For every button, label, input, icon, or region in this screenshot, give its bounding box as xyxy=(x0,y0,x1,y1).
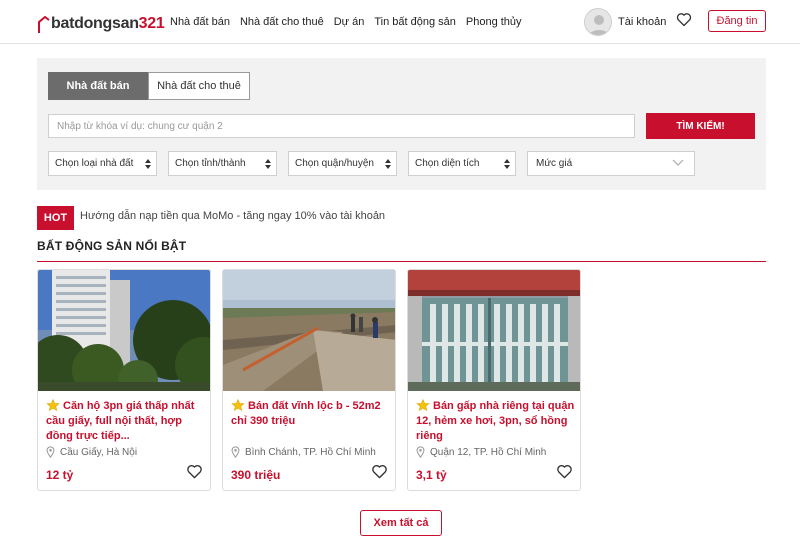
search-input[interactable]: Nhập từ khóa ví dụ: chung cư quận 2 xyxy=(48,114,635,138)
listing-location: Cầu Giấy, Hà Nội xyxy=(46,446,137,458)
nav-item-news[interactable]: Tin bất động sản xyxy=(374,16,456,28)
save-heart-icon[interactable] xyxy=(371,464,388,484)
listing-price: 12 tỷ xyxy=(46,468,74,482)
listing-price: 3,1 tỷ xyxy=(416,468,447,482)
listing-photo-house[interactable] xyxy=(408,270,580,391)
district-label: Chọn quận/huyện xyxy=(295,158,374,169)
price-select[interactable]: Mức giá xyxy=(527,151,695,176)
map-pin-icon xyxy=(416,446,425,458)
logo-word: batdongsan xyxy=(51,15,139,32)
chevron-down-icon xyxy=(672,159,684,166)
section-divider xyxy=(37,261,766,262)
post-listing-button[interactable]: Đăng tin xyxy=(708,10,766,32)
logo-number: 321 xyxy=(138,15,165,32)
avatar xyxy=(584,8,612,36)
tab-for-rent[interactable]: Nhà đất cho thuê xyxy=(148,72,250,100)
house-icon xyxy=(38,15,50,33)
listing-location-text: Bình Chánh, TP. Hồ Chí Minh xyxy=(245,446,376,458)
listing-title[interactable]: Căn hộ 3pn giá thấp nhất cầu giấy, full … xyxy=(46,399,206,444)
listing-location: Quận 12, TP. Hồ Chí Minh xyxy=(416,446,546,458)
listing-title-text: Bán gấp nhà riêng tại quận 12, hẻm xe hơ… xyxy=(416,400,575,442)
listing-title-text: Căn hộ 3pn giá thấp nhất cầu giấy, full … xyxy=(46,400,195,442)
sort-caret-icon xyxy=(265,159,271,169)
site-logo[interactable]: batdongsan321 xyxy=(38,9,165,33)
account-label: Tài khoản xyxy=(618,16,667,28)
nav-item-rent[interactable]: Nhà đất cho thuê xyxy=(240,16,324,28)
listing-photo-land[interactable] xyxy=(223,270,395,391)
listing-title[interactable]: Bán gấp nhà riêng tại quận 12, hẻm xe hơ… xyxy=(416,399,576,444)
star-icon xyxy=(416,399,430,411)
account-menu[interactable]: Tài khoản xyxy=(584,8,666,36)
listing-photo-apartment[interactable] xyxy=(38,270,210,391)
listing-card[interactable]: Bán đất vĩnh lộc b - 52m2 chỉ 390 triệu … xyxy=(222,269,396,491)
search-button[interactable]: TÌM KIẾM! xyxy=(646,113,755,139)
main-nav: Nhà đất bán Nhà đất cho thuê Dự án Tin b… xyxy=(170,0,532,44)
property-type-select[interactable]: Chọn loại nhà đất xyxy=(48,151,157,176)
listing-location-text: Quận 12, TP. Hồ Chí Minh xyxy=(430,446,547,458)
nav-item-projects[interactable]: Dự án xyxy=(334,16,365,28)
district-select[interactable]: Chọn quận/huyện xyxy=(288,151,397,176)
province-label: Chọn tỉnh/thành xyxy=(175,158,246,169)
listing-title-text: Bán đất vĩnh lộc b - 52m2 chỉ 390 triệu xyxy=(231,400,381,427)
tab-for-sale[interactable]: Nhà đất bán xyxy=(48,72,148,100)
sort-caret-icon xyxy=(145,159,151,169)
search-panel: Nhà đất bán Nhà đất cho thuê Nhập từ khó… xyxy=(37,58,766,190)
hot-badge: HOT xyxy=(37,206,74,230)
listing-card[interactable]: Bán gấp nhà riêng tại quận 12, hẻm xe hơ… xyxy=(407,269,581,491)
nav-item-sale[interactable]: Nhà đất bán xyxy=(170,16,230,28)
listing-price: 390 triệu xyxy=(231,468,281,482)
hot-announcement-link[interactable]: Hướng dẫn nạp tiền qua MoMo - tăng ngay … xyxy=(80,210,385,222)
area-label: Chọn diện tích xyxy=(415,158,480,169)
area-select[interactable]: Chọn diện tích xyxy=(408,151,516,176)
listing-title[interactable]: Bán đất vĩnh lộc b - 52m2 chỉ 390 triệu xyxy=(231,399,391,429)
sort-caret-icon xyxy=(504,159,510,169)
section-title: BẤT ĐỘNG SẢN NỔI BẬT xyxy=(37,239,187,253)
listing-location-text: Cầu Giấy, Hà Nội xyxy=(60,446,138,458)
save-heart-icon[interactable] xyxy=(556,464,573,484)
listing-card[interactable]: Căn hộ 3pn giá thấp nhất cầu giấy, full … xyxy=(37,269,211,491)
star-icon xyxy=(46,399,60,411)
view-all-button[interactable]: Xem tất cả xyxy=(360,510,442,536)
site-header: batdongsan321 Nhà đất bán Nhà đất cho th… xyxy=(0,0,800,44)
favorites-heart-icon[interactable] xyxy=(676,12,692,32)
logo-text: batdongsan321 xyxy=(51,15,165,33)
sort-caret-icon xyxy=(385,159,391,169)
map-pin-icon xyxy=(46,446,55,458)
save-heart-icon[interactable] xyxy=(186,464,203,484)
listing-location: Bình Chánh, TP. Hồ Chí Minh xyxy=(231,446,376,458)
price-label: Mức giá xyxy=(536,158,573,169)
nav-item-fengshui[interactable]: Phong thủy xyxy=(466,16,522,28)
search-tabs: Nhà đất bán Nhà đất cho thuê xyxy=(48,72,250,100)
star-icon xyxy=(231,399,245,411)
province-select[interactable]: Chọn tỉnh/thành xyxy=(168,151,277,176)
map-pin-icon xyxy=(231,446,240,458)
property-type-label: Chọn loại nhà đất xyxy=(55,158,134,169)
